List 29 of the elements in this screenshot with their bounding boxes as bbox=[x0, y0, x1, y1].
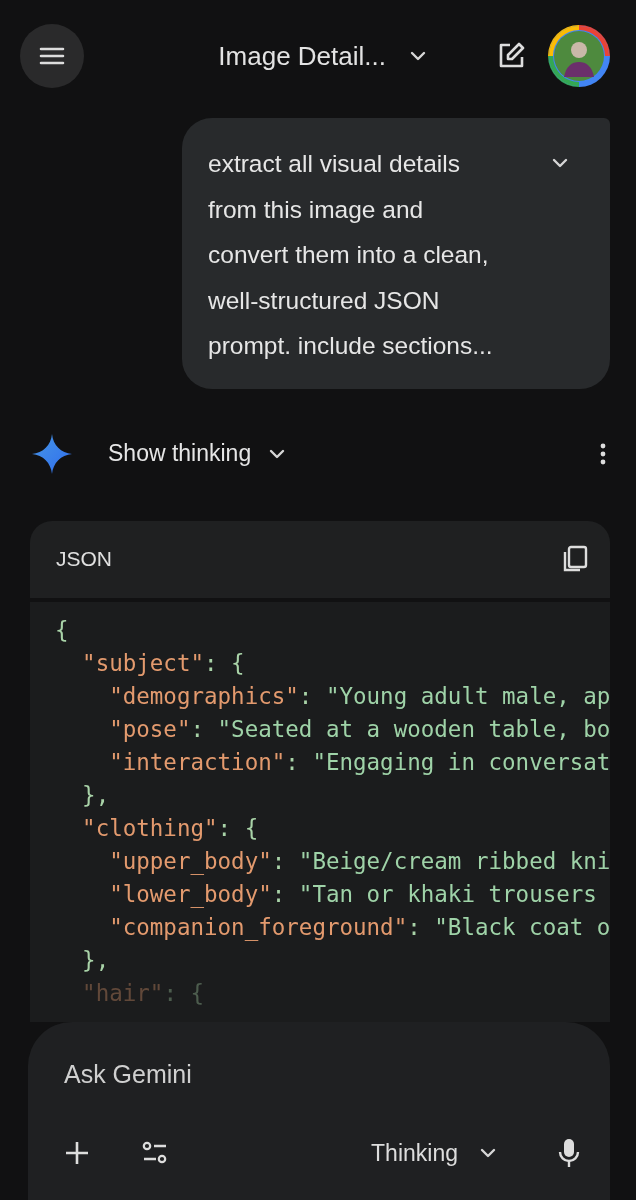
tools-button[interactable] bbox=[142, 1141, 168, 1165]
code-line: "hair": { bbox=[81, 978, 204, 1008]
copy-button[interactable] bbox=[562, 545, 588, 573]
chat-title-dropdown[interactable]: Image Detail... bbox=[218, 40, 428, 72]
code-language: JSON bbox=[56, 547, 112, 571]
plus-icon bbox=[64, 1140, 90, 1166]
code-line: }, bbox=[81, 780, 110, 810]
code-line: "pose": "Seated at a wooden table, bo bbox=[108, 714, 610, 744]
code-line: "lower_body": "Tan or khaki trousers bbox=[108, 879, 597, 910]
mode-dropdown[interactable]: Thinking bbox=[371, 1139, 498, 1167]
sliders-icon bbox=[142, 1141, 168, 1165]
more-options-icon[interactable] bbox=[600, 442, 606, 465]
code-line: { bbox=[55, 615, 69, 645]
menu-icon bbox=[39, 46, 65, 66]
code-line: "upper_body": "Beige/cream ribbed kni bbox=[108, 846, 610, 877]
copy-icon bbox=[562, 545, 588, 573]
sparkle-icon bbox=[32, 433, 72, 474]
prompt-text: extract all visual details from this image and convert them into a clean, well-structured JSON prompt. include sections... bbox=[208, 149, 494, 361]
code-line: "companion_foreground": "Black coat o bbox=[108, 912, 610, 943]
add-button[interactable] bbox=[64, 1140, 90, 1166]
microphone-icon[interactable] bbox=[558, 1138, 580, 1168]
code-line: "subject": { bbox=[81, 648, 245, 678]
chat-title: Image Detail... bbox=[218, 40, 386, 72]
code-line: "clothing": { bbox=[81, 813, 259, 843]
prompt-input[interactable]: Ask Gemini Thinking bbox=[28, 1022, 610, 1200]
code-line: "interaction": "Engaging in conversat bbox=[108, 747, 610, 777]
code-line: "demographics": "Young adult male, ap bbox=[108, 681, 610, 711]
code-line: }, bbox=[81, 945, 110, 975]
show-thinking-button[interactable]: Show thinking bbox=[108, 440, 288, 467]
